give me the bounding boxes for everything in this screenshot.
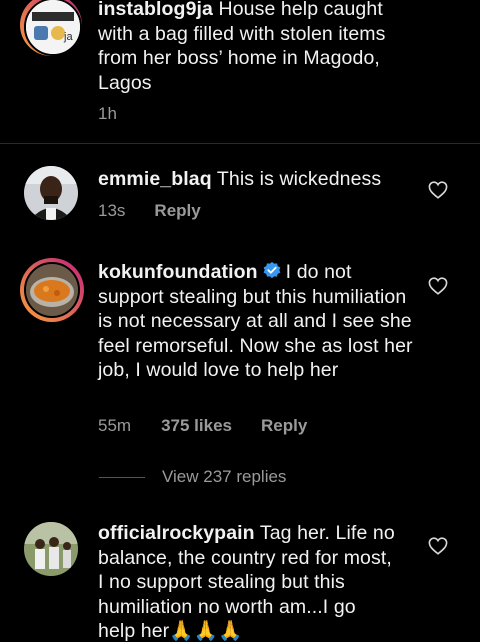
avatar[interactable] xyxy=(24,262,80,318)
comment-username[interactable]: officialrockypain xyxy=(98,522,255,544)
instablog-logo-icon: ja xyxy=(26,0,80,54)
caption: ja instablog9ja House help caught with a… xyxy=(0,0,480,140)
svg-text:ja: ja xyxy=(63,31,73,43)
heart-icon[interactable] xyxy=(428,537,448,555)
verified-badge-icon xyxy=(263,261,280,279)
comment-text: This is wickedness xyxy=(216,168,382,190)
comment-emmie-blaq: emmie_blaq This is wickedness 13s Reply xyxy=(0,160,480,240)
caption-time: 1h xyxy=(98,104,117,123)
comment-officialrockypain: officialrockypain Tag her. Life no balan… xyxy=(0,515,480,642)
profile-photo-icon xyxy=(24,522,78,576)
heart-icon[interactable] xyxy=(428,181,448,199)
caption-meta: 1h xyxy=(98,104,117,124)
profile-photo-icon xyxy=(24,166,78,220)
comment-text-block: kokunfoundation I do not support stealing… xyxy=(98,260,420,383)
comment-meta: 13s Reply xyxy=(98,201,201,221)
comment-username[interactable]: kokunfoundation xyxy=(98,261,258,283)
caption-username[interactable]: instablog9ja xyxy=(98,0,213,20)
view-replies-line xyxy=(99,477,145,478)
profile-photo-icon xyxy=(26,264,78,316)
comment-time: 13s xyxy=(98,201,126,220)
caption-text-block: instablog9ja House help caught with a ba… xyxy=(98,0,420,95)
comment-text-block: emmie_blaq This is wickedness xyxy=(98,167,420,192)
reply-button[interactable]: Reply xyxy=(154,201,200,221)
avatar[interactable]: ja xyxy=(24,0,82,56)
heart-icon[interactable] xyxy=(428,277,448,295)
avatar[interactable] xyxy=(24,522,78,576)
reply-button[interactable]: Reply xyxy=(261,416,307,436)
avatar[interactable] xyxy=(24,166,78,220)
comment-kokunfoundation: kokunfoundation I do not support stealing… xyxy=(0,255,480,455)
view-replies-button[interactable]: View 237 replies xyxy=(162,467,286,487)
comment-username[interactable]: emmie_blaq xyxy=(98,168,212,190)
comment-meta: 55m 375 likes Reply xyxy=(98,416,307,436)
divider xyxy=(0,143,480,144)
comment-time: 55m xyxy=(98,416,132,435)
likes-count[interactable]: 375 likes xyxy=(161,416,232,436)
comment-text-block: officialrockypain Tag her. Life no balan… xyxy=(98,521,398,642)
